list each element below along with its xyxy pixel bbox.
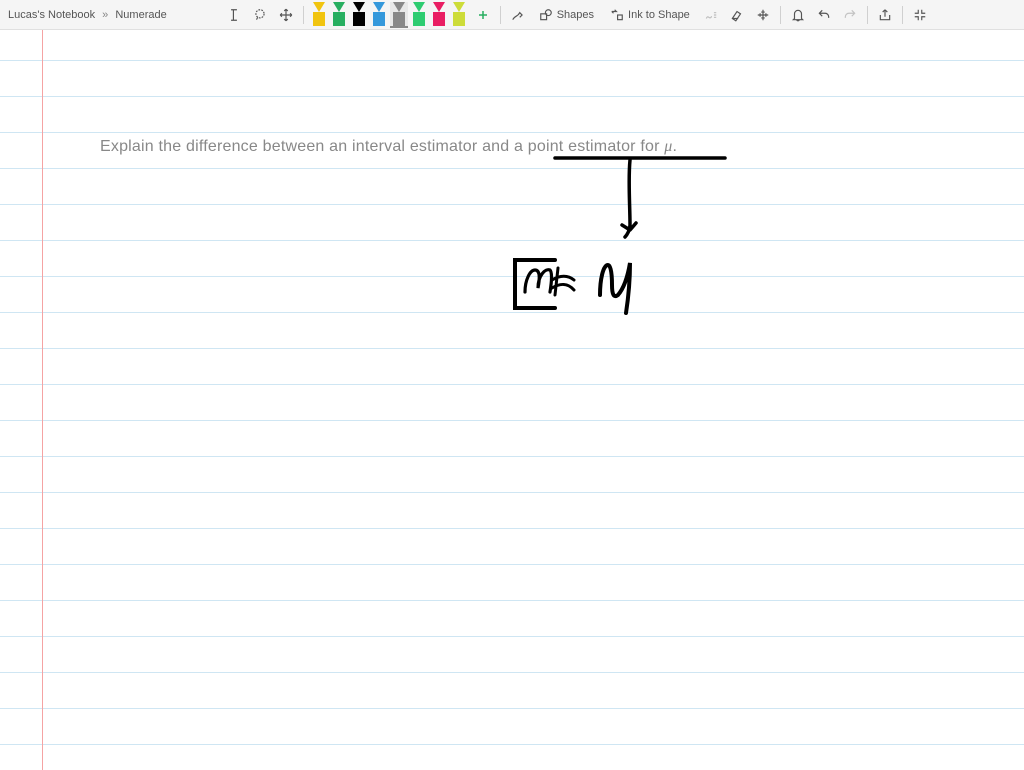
breadcrumb[interactable]: Lucas's Notebook » Numerade [8,9,175,21]
pen-6[interactable] [430,2,448,28]
handwritten-approx-stroke [552,268,574,295]
toolbar-divider [500,6,501,24]
pan-tool-button[interactable] [275,4,297,26]
fullscreen-button[interactable] [909,4,931,26]
ink-to-text-icon [704,8,718,22]
breadcrumb-notebook[interactable]: Lucas's Notebook [8,9,95,21]
breadcrumb-separator: » [102,9,108,21]
toolbar-divider [780,6,781,24]
pen-tip-icon [313,2,325,12]
move-icon [279,8,293,22]
pen-body-icon [353,12,365,26]
plus-icon [477,9,489,21]
eraser-icon [730,8,744,22]
pen-tip-icon [373,2,385,12]
undo-icon [817,8,831,22]
breadcrumb-page[interactable]: Numerade [115,9,166,21]
pen-body-icon [453,12,465,26]
bell-icon [791,8,805,22]
share-button[interactable] [874,4,896,26]
draw-tool-button[interactable] [507,4,529,26]
pen-body-icon [333,12,345,26]
pen-palette [310,2,468,28]
pen-body-icon [373,12,385,26]
ruler-button[interactable] [752,4,774,26]
pen-body-icon [413,12,425,26]
pen-4[interactable] [390,2,408,28]
ink-to-shape-icon [610,8,624,22]
lasso-icon [253,8,267,22]
pen-body-icon [313,12,325,26]
toolbar-divider [902,6,903,24]
box-stroke [515,260,555,308]
lasso-tool-button[interactable] [249,4,271,26]
redo-button[interactable] [839,4,861,26]
pen-5[interactable] [410,2,428,28]
toolbar-divider [867,6,868,24]
page-canvas[interactable]: Explain the difference between an interv… [0,30,1024,770]
ink-to-shape-button[interactable]: Ink to Shape [604,6,696,24]
draw-icon [511,8,525,22]
pen-1[interactable] [330,2,348,28]
pen-tip-icon [433,2,445,12]
undo-button[interactable] [813,4,835,26]
add-pen-button[interactable] [472,4,494,26]
pen-0[interactable] [310,2,328,28]
pen-tip-icon [393,2,405,12]
ruler-icon [756,8,770,22]
eraser-button[interactable] [726,4,748,26]
arrow-stroke [622,160,636,237]
ink-to-shape-label: Ink to Shape [628,9,690,21]
shapes-button[interactable]: Shapes [533,6,600,24]
pen-2[interactable] [350,2,368,28]
pen-tip-icon [353,2,365,12]
ink-to-text-button[interactable] [700,4,722,26]
pen-tip-icon [333,2,345,12]
pen-3[interactable] [370,2,388,28]
notifications-button[interactable] [787,4,809,26]
share-icon [878,8,892,22]
shapes-label: Shapes [557,9,594,21]
pen-tip-icon [413,2,425,12]
text-cursor-icon [227,8,241,22]
ink-layer [0,30,1024,770]
pen-body-icon [393,12,405,26]
toolbar: Lucas's Notebook » Numerade Shapes Ink t… [0,0,1024,30]
text-tool-button[interactable] [223,4,245,26]
redo-icon [843,8,857,22]
handwritten-mu-stroke [600,263,630,313]
pen-tip-icon [453,2,465,12]
shapes-icon [539,8,553,22]
pen-body-icon [433,12,445,26]
handwritten-m-stroke [525,270,552,292]
toolbar-divider [303,6,304,24]
pen-7[interactable] [450,2,468,28]
collapse-icon [913,8,927,22]
